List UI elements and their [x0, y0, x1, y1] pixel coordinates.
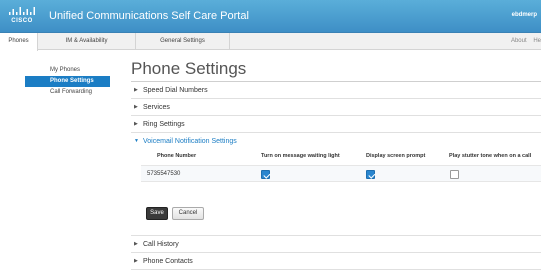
- col-phone-number: Phone Number: [157, 153, 197, 159]
- cisco-bars-icon: [9, 7, 35, 15]
- logo-text: CISCO: [11, 18, 33, 24]
- collapsed-arrow-icon: ▶: [134, 241, 138, 247]
- collapsed-arrow-icon: ▶: [134, 104, 138, 110]
- col-message-waiting-light: Turn on message waiting light: [261, 153, 340, 159]
- table-row: 5735547530: [141, 165, 541, 182]
- sidebar-item-my-phones[interactable]: My Phones: [25, 65, 110, 76]
- help-link[interactable]: He: [533, 38, 541, 44]
- tab-general-settings[interactable]: General Settings: [136, 33, 230, 50]
- app-title: Unified Communications Self Care Portal: [49, 10, 249, 22]
- tab-im-availability[interactable]: IM & Availability: [38, 33, 136, 50]
- mwi-checkbox[interactable]: [261, 170, 270, 179]
- cancel-button[interactable]: Cancel: [172, 207, 204, 220]
- collapsed-arrow-icon: ▶: [134, 258, 138, 264]
- sidebar-item-phone-settings[interactable]: Phone Settings: [25, 76, 110, 87]
- section-label: Ring Settings: [143, 121, 185, 128]
- user-menu[interactable]: ebdmerp: [512, 12, 537, 18]
- section-ring-settings[interactable]: ▶ Ring Settings: [131, 116, 541, 133]
- col-stutter-tone: Play stutter tone when on a call: [449, 153, 532, 159]
- main-tabs: Phones IM & Availability General Setting…: [0, 33, 541, 51]
- section-speed-dial[interactable]: ▶ Speed Dial Numbers: [131, 82, 541, 99]
- phone-number-value: 5735547530: [147, 171, 181, 177]
- collapsed-arrow-icon: ▶: [134, 87, 138, 93]
- sidebar-item-call-forwarding[interactable]: Call Forwarding: [25, 87, 110, 98]
- section-label: Phone Contacts: [143, 258, 193, 265]
- header-bar: CISCO Unified Communications Self Care P…: [0, 0, 541, 33]
- save-button[interactable]: Save: [146, 207, 168, 220]
- screen-prompt-checkbox[interactable]: [366, 170, 375, 179]
- stutter-tone-checkbox[interactable]: [450, 170, 459, 179]
- section-call-history[interactable]: ▶ Call History: [131, 236, 541, 253]
- expanded-arrow-icon: ▼: [134, 138, 139, 144]
- section-label: Call History: [143, 241, 179, 248]
- sidebar: My Phones Phone Settings Call Forwarding: [25, 65, 110, 98]
- section-label: Speed Dial Numbers: [143, 87, 208, 94]
- top-links: About He: [506, 33, 541, 50]
- main-content: Phone Settings ▶ Speed Dial Numbers ▶ Serv…: [131, 58, 541, 270]
- about-link[interactable]: About: [511, 38, 527, 44]
- voicemail-table-header: Phone Number Turn on message waiting lig…: [131, 150, 541, 165]
- section-voicemail-notification[interactable]: ▼ Voicemail Notification Settings: [131, 133, 541, 150]
- voicemail-settings-panel: Phone Number Turn on message waiting lig…: [131, 150, 541, 236]
- cisco-logo: CISCO: [5, 6, 39, 28]
- tab-phones[interactable]: Phones: [0, 33, 38, 51]
- section-label: Services: [143, 104, 170, 111]
- collapsed-arrow-icon: ▶: [134, 121, 138, 127]
- section-services[interactable]: ▶ Services: [131, 99, 541, 116]
- section-phone-contacts[interactable]: ▶ Phone Contacts: [131, 253, 541, 270]
- section-label: Voicemail Notification Settings: [143, 138, 237, 145]
- page-title: Phone Settings: [131, 58, 541, 82]
- col-display-screen-prompt: Display screen prompt: [366, 153, 426, 159]
